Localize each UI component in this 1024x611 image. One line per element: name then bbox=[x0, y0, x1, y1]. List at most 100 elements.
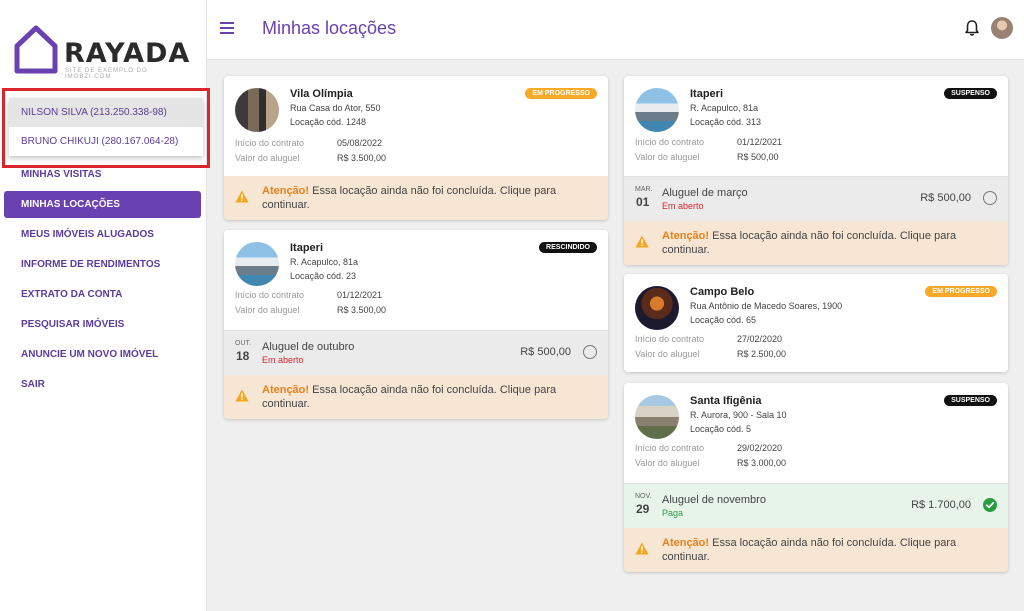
warning-icon bbox=[235, 190, 249, 203]
warning-title: Atenção! bbox=[662, 537, 710, 549]
contract-start-value: 01/12/2021 bbox=[737, 137, 783, 147]
status-badge: SUSPENSO bbox=[944, 395, 997, 406]
property-photo bbox=[235, 88, 279, 132]
incomplete-rental-warning[interactable]: Atenção! Essa locação ainda não foi conc… bbox=[624, 221, 1008, 265]
nav-item-meus-imoveis-alugados[interactable]: MEUS IMÓVEIS ALUGADOS bbox=[0, 220, 207, 250]
bill-amount: R$ 500,00 bbox=[920, 192, 971, 204]
contract-start-value: 29/02/2020 bbox=[737, 443, 783, 453]
property-address: R. Acapulco, 81a bbox=[690, 103, 759, 113]
bill-day: 29 bbox=[636, 502, 650, 516]
property-photo bbox=[635, 286, 679, 330]
sidebar: RAYADA SITE DE EXEMPLO DO IMOBZI.COM NIL… bbox=[0, 0, 210, 611]
rent-value-label: Valor do aluguel bbox=[235, 305, 300, 315]
rental-code: Locação cód. 313 bbox=[690, 117, 762, 127]
contract-start-label: Início do contrato bbox=[235, 290, 305, 300]
warning-title: Atenção! bbox=[262, 185, 310, 197]
bill-status: Em aberto bbox=[262, 355, 304, 365]
rent-value: R$ 2.500,00 bbox=[737, 349, 787, 359]
bill-title: Aluguel de março bbox=[662, 187, 748, 199]
rental-card-vila-olimpia[interactable]: Vila Olímpia Rua Casa do Ator, 550 Locaç… bbox=[224, 76, 608, 220]
rental-card-itaperi-23[interactable]: Itaperi R. Acapulco, 81a Locação cód. 23… bbox=[224, 230, 608, 419]
hamburger-menu-icon[interactable] bbox=[220, 22, 234, 34]
rent-value-label: Valor do aluguel bbox=[635, 458, 700, 468]
property-address: Rua Casa do Ator, 550 bbox=[290, 103, 381, 113]
incomplete-rental-warning[interactable]: Atenção! Essa locação ainda não foi conc… bbox=[624, 528, 1008, 572]
nav-item-anuncie-imovel[interactable]: ANUNCIE UM NOVO IMÓVEL bbox=[0, 340, 207, 370]
contract-start-value: 01/12/2021 bbox=[337, 290, 383, 300]
rent-bill-row[interactable]: NOV. 29 Aluguel de novembro Paga R$ 1.70… bbox=[624, 483, 1008, 528]
bill-title: Aluguel de outubro bbox=[262, 341, 355, 353]
user-option-bruno[interactable]: BRUNO CHIKUJI (280.167.064-28) bbox=[9, 127, 203, 156]
nav-item-extrato-da-conta[interactable]: EXTRATO DA CONTA bbox=[0, 280, 207, 310]
status-badge: EM PROGRESSO bbox=[525, 88, 597, 99]
property-address: R. Aurora, 900 - Sala 10 bbox=[690, 410, 787, 420]
bill-status: Em aberto bbox=[662, 201, 704, 211]
page-title: Minhas locações bbox=[262, 18, 397, 38]
brand-name: RAYADA bbox=[64, 38, 191, 69]
rental-code: Locação cód. 5 bbox=[690, 424, 752, 434]
rental-code: Locação cód. 1248 bbox=[290, 117, 367, 127]
bill-amount: R$ 1.700,00 bbox=[911, 499, 971, 511]
warning-title: Atenção! bbox=[662, 230, 710, 242]
bill-month: NOV. bbox=[635, 493, 652, 500]
incomplete-rental-warning[interactable]: Atenção! Essa locação ainda não foi conc… bbox=[224, 375, 608, 419]
bill-title: Aluguel de novembro bbox=[662, 494, 766, 506]
rent-value: R$ 3.000,00 bbox=[737, 458, 787, 468]
nav-item-informe-de-rendimentos[interactable]: INFORME DE RENDIMENTOS bbox=[0, 250, 207, 280]
sidebar-nav: MINHAS VISITAS MINHAS LOCAÇÕES MEUS IMÓV… bbox=[0, 160, 207, 400]
status-badge: EM PROGRESSO bbox=[925, 286, 997, 297]
contract-start-label: Início do contrato bbox=[635, 443, 705, 453]
nav-item-sair[interactable]: SAIR bbox=[0, 370, 207, 400]
warning-icon bbox=[635, 542, 649, 555]
property-name: Santa Ifigênia bbox=[690, 395, 762, 407]
bill-status: Paga bbox=[662, 508, 684, 518]
rent-value-label: Valor do aluguel bbox=[635, 152, 700, 162]
rental-card-santa-ifigenia[interactable]: Santa Ifigênia R. Aurora, 900 - Sala 10 … bbox=[624, 383, 1008, 572]
nav-item-pesquisar-imoveis[interactable]: PESQUISAR IMÓVEIS bbox=[0, 310, 207, 340]
warning-icon bbox=[635, 235, 649, 248]
property-name: Itaperi bbox=[290, 242, 324, 254]
rental-card-itaperi-313[interactable]: Itaperi R. Acapulco, 81a Locação cód. 31… bbox=[624, 76, 1008, 265]
rental-code: Locação cód. 23 bbox=[290, 271, 357, 281]
property-address: R. Acapulco, 81a bbox=[290, 257, 359, 267]
rent-value: R$ 500,00 bbox=[737, 152, 779, 162]
bell-icon[interactable] bbox=[964, 19, 980, 37]
top-header: Minhas locações bbox=[207, 0, 1024, 60]
bill-radio[interactable] bbox=[583, 345, 597, 359]
brand-logo[interactable]: RAYADA SITE DE EXEMPLO DO IMOBZI.COM bbox=[14, 22, 194, 80]
property-address: Rua Antônio de Macedo Soares, 1900 bbox=[690, 301, 843, 311]
user-switcher-dropdown: NILSON SILVA (213.250.338-98) BRUNO CHIK… bbox=[9, 98, 203, 156]
paid-check-icon[interactable] bbox=[983, 498, 997, 512]
nav-item-minhas-locacoes[interactable]: MINHAS LOCAÇÕES bbox=[4, 191, 201, 218]
bill-month: OUT. bbox=[235, 340, 251, 347]
rent-value-label: Valor do aluguel bbox=[635, 349, 700, 359]
bill-amount: R$ 500,00 bbox=[520, 346, 571, 358]
contract-start-label: Início do contrato bbox=[235, 138, 305, 148]
rent-bill-row[interactable]: MAR. 01 Aluguel de março Em aberto R$ 50… bbox=[624, 176, 1008, 221]
incomplete-rental-warning[interactable]: Atenção! Essa locação ainda não foi conc… bbox=[224, 176, 608, 220]
property-photo bbox=[635, 395, 679, 439]
bill-radio[interactable] bbox=[983, 191, 997, 205]
house-logo-icon bbox=[14, 25, 58, 74]
rental-card-campo-belo[interactable]: Campo Belo Rua Antônio de Macedo Soares,… bbox=[624, 274, 1008, 372]
user-avatar[interactable] bbox=[991, 17, 1013, 39]
nav-item-minhas-visitas[interactable]: MINHAS VISITAS bbox=[0, 160, 207, 190]
bill-day: 18 bbox=[236, 349, 250, 363]
brand-tagline: SITE DE EXEMPLO DO IMOBZI.COM bbox=[65, 68, 148, 80]
contract-start-label: Início do contrato bbox=[635, 137, 705, 147]
bill-day: 01 bbox=[636, 195, 650, 209]
warning-title: Atenção! bbox=[262, 384, 310, 396]
contract-start-value: 05/08/2022 bbox=[337, 138, 383, 148]
rental-code: Locação cód. 65 bbox=[690, 315, 757, 325]
property-name: Campo Belo bbox=[690, 286, 755, 298]
rent-value-label: Valor do aluguel bbox=[235, 153, 300, 163]
rent-bill-row[interactable]: OUT. 18 Aluguel de outubro Em aberto R$ … bbox=[224, 330, 608, 375]
property-photo bbox=[635, 88, 679, 132]
contract-start-label: Início do contrato bbox=[635, 334, 705, 344]
user-option-nilson[interactable]: NILSON SILVA (213.250.338-98) bbox=[9, 98, 203, 127]
warning-icon bbox=[235, 389, 249, 402]
rent-value: R$ 3.500,00 bbox=[337, 305, 387, 315]
rent-value: R$ 3.500,00 bbox=[337, 153, 387, 163]
property-name: Vila Olímpia bbox=[290, 88, 353, 100]
property-name: Itaperi bbox=[690, 88, 724, 100]
